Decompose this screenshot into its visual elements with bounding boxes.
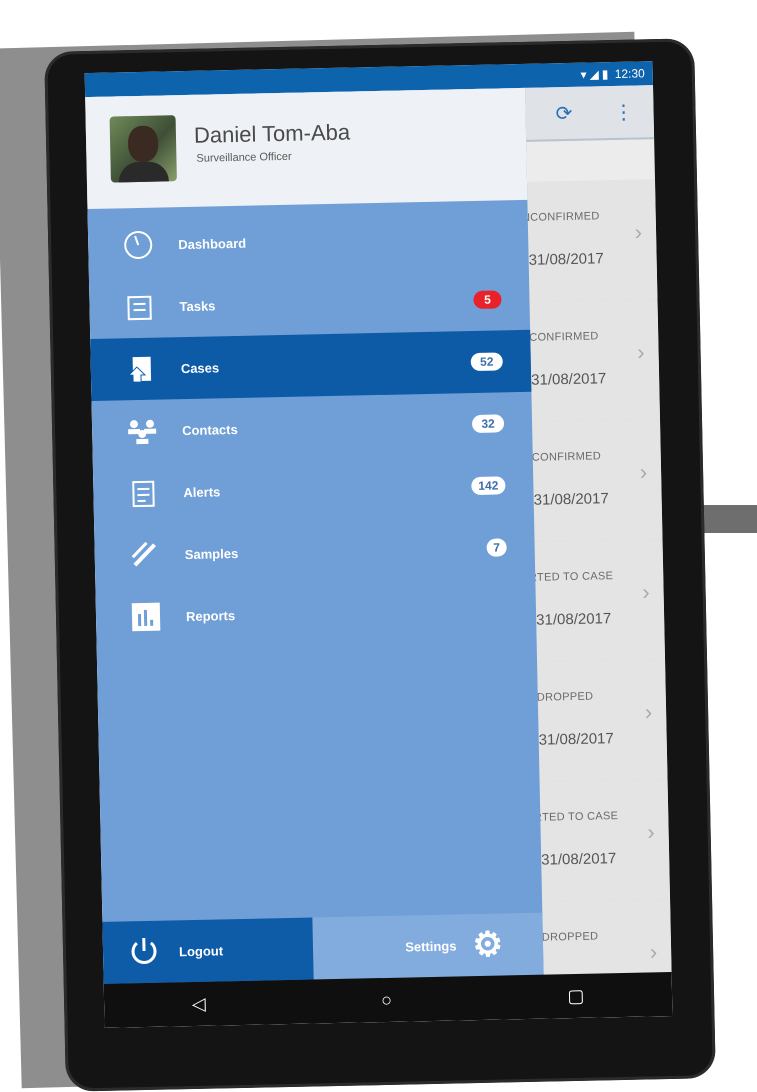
more-options-icon[interactable]: ⋮ (613, 100, 634, 125)
nav-item-tasks[interactable]: Tasks 5 (89, 268, 530, 339)
tasks-count-badge: 5 (473, 290, 501, 309)
profile-role: Surveillance Officer (196, 151, 291, 165)
chevron-right-icon: › (645, 699, 653, 725)
case-status: DROPPED (542, 931, 599, 944)
nav-label: Tasks (179, 298, 215, 314)
power-icon (127, 933, 162, 971)
case-status: DROPPED (537, 691, 594, 704)
signal-icons: ▾◢▮ (580, 67, 611, 82)
chevron-right-icon: › (634, 219, 642, 245)
avatar-face (128, 126, 159, 163)
avatar (110, 115, 177, 182)
status-time: 12:30 (615, 66, 645, 81)
gear-icon: ⚙ (472, 928, 503, 963)
nav-label: Reports (186, 608, 235, 624)
recents-icon[interactable]: ▢ (567, 985, 584, 1006)
chevron-right-icon: › (642, 579, 650, 605)
case-date: 31/08/2017 (539, 730, 614, 749)
chevron-right-icon: › (637, 339, 645, 365)
tasks-icon (119, 290, 160, 325)
nav-label: Dashboard (178, 235, 246, 251)
nav-item-samples[interactable]: Samples 7 (94, 516, 535, 587)
nav-label: Cases (181, 360, 220, 376)
nav-label: Samples (185, 545, 239, 561)
tablet-device: ▾◢▮ 12:30 ⟳ ⋮ UNCONFIRMED 31/08/2017 › C… (44, 38, 716, 1091)
samples-icon (124, 538, 165, 573)
logout-button[interactable]: Logout (102, 917, 313, 983)
nav-item-dashboard[interactable]: Dashboard (88, 206, 529, 277)
avatar-shirt (119, 161, 169, 182)
nav-menu: Dashboard Tasks 5 Cases 52 (88, 206, 537, 649)
logout-label: Logout (179, 943, 223, 959)
reports-icon (126, 599, 167, 634)
profile-name: Daniel Tom-Aba (194, 120, 351, 149)
alerts-count-badge: 142 (471, 476, 505, 495)
chevron-right-icon: › (650, 939, 658, 965)
case-date: 31/08/2017 (536, 610, 611, 629)
chevron-right-icon: › (640, 459, 648, 485)
case-date: 31/08/2017 (534, 490, 609, 509)
samples-count-badge: 7 (486, 538, 506, 556)
case-status: CONFIRMED (529, 330, 599, 343)
case-date: 31/08/2017 (531, 370, 606, 389)
nav-item-reports[interactable]: Reports (95, 578, 536, 649)
case-date: 31/08/2017 (528, 250, 603, 269)
contacts-count-badge: 32 (472, 414, 504, 433)
nav-item-contacts[interactable]: Contacts 32 (92, 392, 533, 463)
nav-label: Alerts (183, 484, 220, 500)
drawer-footer: Logout Settings ⚙ (102, 913, 543, 984)
dashboard-icon (118, 228, 159, 263)
settings-label: Settings (405, 938, 457, 954)
settings-button[interactable]: Settings ⚙ (405, 914, 504, 978)
contacts-icon (122, 414, 163, 449)
home-icon[interactable]: ○ (381, 989, 392, 1010)
case-date: 31/08/2017 (541, 850, 616, 869)
nav-item-cases[interactable]: Cases 52 (90, 330, 531, 401)
nav-label: Contacts (182, 421, 238, 437)
refresh-icon[interactable]: ⟳ (555, 101, 572, 126)
cases-count-badge: 52 (471, 352, 503, 371)
navigation-drawer: Daniel Tom-Aba Surveillance Officer Dash… (85, 88, 544, 1028)
chevron-right-icon: › (647, 819, 655, 845)
case-status: CONFIRMED (532, 450, 602, 463)
profile-header: Daniel Tom-Aba Surveillance Officer (85, 88, 527, 209)
back-icon[interactable]: ◁ (192, 993, 206, 1014)
nav-item-alerts[interactable]: Alerts 142 (93, 454, 534, 525)
screen: ▾◢▮ 12:30 ⟳ ⋮ UNCONFIRMED 31/08/2017 › C… (85, 61, 673, 1028)
cases-icon (120, 352, 161, 387)
alerts-icon (123, 476, 164, 511)
